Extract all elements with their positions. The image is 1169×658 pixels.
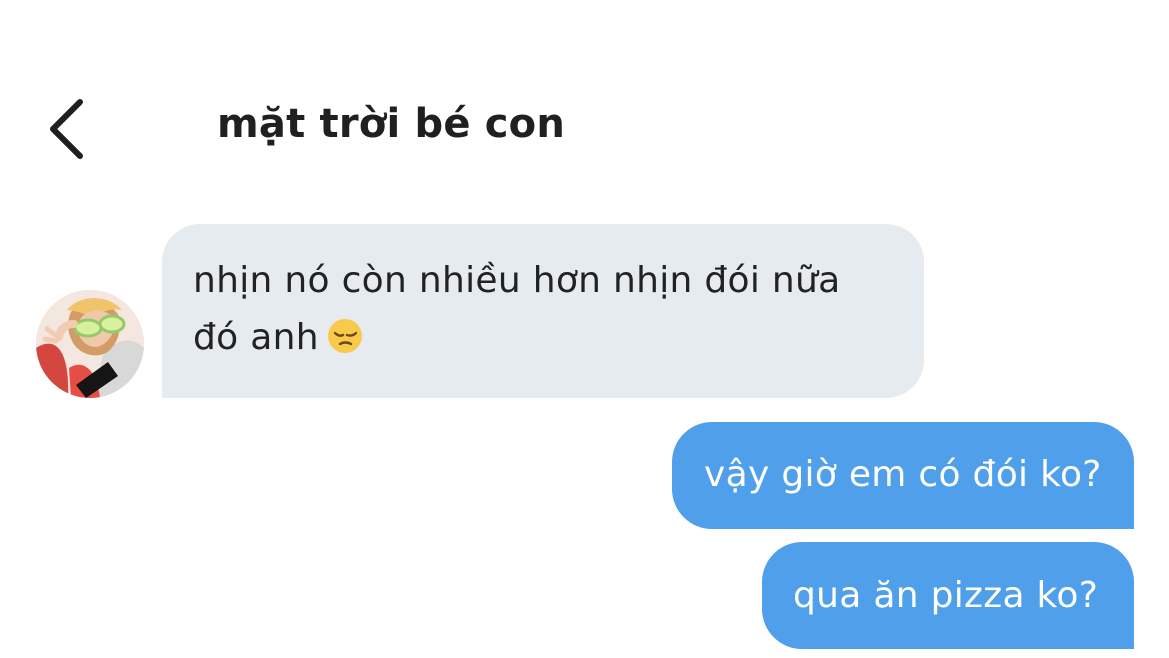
- contact-name[interactable]: mặt trời bé con: [217, 96, 565, 152]
- incoming-message-line-1: nhịn nó còn nhiều hơn nhịn đói nữa: [193, 260, 841, 301]
- chevron-left-icon: [50, 99, 83, 159]
- incoming-message-line-2-text: đó anh: [193, 317, 319, 358]
- back-button[interactable]: [36, 88, 100, 160]
- avatar-image: [36, 290, 144, 398]
- contact-avatar[interactable]: [36, 290, 144, 398]
- incoming-message-line-2: đó anh: [193, 309, 894, 366]
- outgoing-message-bubble[interactable]: vậy giờ em có đói ko?: [672, 422, 1134, 529]
- conversation-header: mặt trời bé con: [0, 80, 1169, 170]
- outgoing-message-bubble[interactable]: qua ăn pizza ko?: [762, 542, 1134, 649]
- pensive-face-emoji-icon: [327, 314, 363, 353]
- incoming-message-bubble[interactable]: nhịn nó còn nhiều hơn nhịn đói nữa đó an…: [162, 224, 924, 398]
